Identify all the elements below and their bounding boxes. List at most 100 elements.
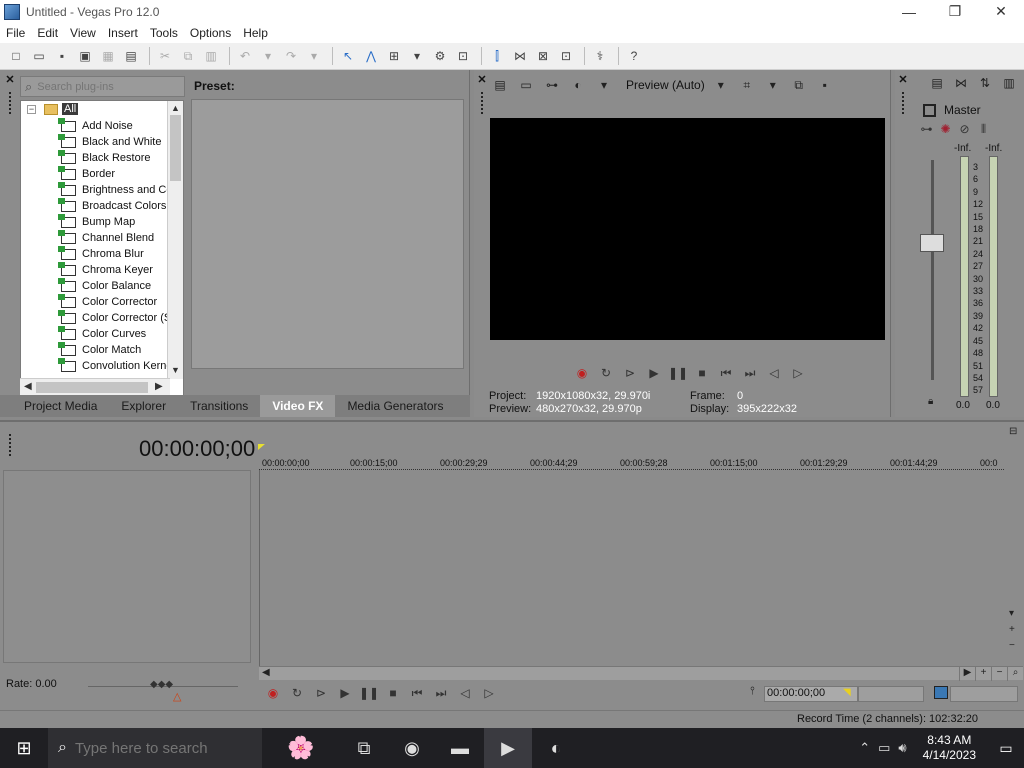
stop-icon[interactable]: ■ (381, 684, 405, 702)
plugin-item[interactable]: Bump Map (58, 213, 173, 230)
zoom-tool-icon[interactable]: ⊡ (556, 46, 576, 66)
video-preview-screen[interactable] (490, 118, 885, 340)
restore-button[interactable]: ❐ (932, 0, 978, 23)
master-fader-track[interactable] (931, 160, 934, 380)
scroll-up-icon[interactable]: ▲ (171, 103, 180, 113)
plugin-item[interactable]: Color Balance (58, 277, 173, 294)
plugin-item[interactable]: Black Restore (58, 149, 173, 166)
cut-icon[interactable]: ✂ (155, 46, 175, 66)
plugin-search-input[interactable] (37, 80, 168, 93)
go-to-start-icon[interactable]: ⏮ (405, 684, 429, 702)
copy-icon[interactable]: ⧉ (178, 46, 198, 66)
zoom-in-vertical-icon[interactable]: + (1009, 624, 1015, 635)
save-as-icon[interactable]: ▣ (75, 46, 95, 66)
timeline-tracks-area[interactable] (259, 470, 1004, 666)
scroll-down-icon[interactable]: ▼ (171, 365, 180, 375)
bus-routing-icon[interactable]: ⊶ (917, 122, 936, 137)
plugin-item[interactable]: Brightness and Co (58, 181, 173, 198)
go-to-start-icon[interactable]: ⏮ (714, 364, 738, 382)
start-button[interactable]: ⊞ (0, 728, 48, 768)
plugin-item[interactable]: Color Corrector (58, 293, 173, 310)
envelope-edit-tool-icon[interactable]: ⋀ (361, 46, 381, 66)
plugins-icon[interactable]: ⚕ (590, 46, 610, 66)
solo-icon[interactable]: ⫴ (974, 122, 993, 137)
edit-tool-dropdown-icon[interactable]: ▾ (407, 46, 427, 66)
timeline-horizontal-scrollbar[interactable]: ◀ ▶ + − ⌕ (259, 666, 1023, 681)
tab-explorer[interactable]: Explorer (109, 399, 178, 413)
meter-options-icon[interactable]: ▥ (997, 76, 1021, 90)
marker-icon[interactable]: ⊟ (1009, 426, 1017, 437)
collapse-icon[interactable]: − (27, 104, 36, 114)
scroll-down-icon[interactable]: ▾ (1009, 608, 1014, 619)
notifications-icon[interactable]: ▭ (988, 728, 1024, 768)
dock-grip-icon[interactable] (481, 92, 483, 114)
open-icon[interactable]: ▭ (29, 46, 49, 66)
zoom-in-time-icon[interactable]: + (975, 667, 991, 681)
play-icon[interactable]: ▶ (333, 684, 357, 702)
taskbar-search[interactable]: ⌕ (48, 728, 262, 768)
preset-list[interactable] (191, 99, 464, 369)
plugin-item[interactable]: Convolution Kerne (58, 357, 173, 374)
zoom-out-time-icon[interactable]: − (991, 667, 1007, 681)
normal-edit-tool-icon[interactable]: ↖ (338, 46, 358, 66)
taskbar-search-input[interactable] (74, 739, 225, 757)
plugin-item[interactable]: Add Noise (58, 117, 173, 134)
video-effects-icon[interactable]: ⊶ (542, 76, 562, 94)
copy-snapshot-icon[interactable]: ⧉ (789, 76, 809, 94)
timeline-vertical-scrollbar[interactable]: ⊟ ▾ + − (1005, 422, 1023, 670)
next-frame-icon[interactable]: ▷ (786, 364, 810, 382)
play-from-start-icon[interactable]: ⊳ (618, 364, 642, 382)
save-icon[interactable]: ▪ (52, 46, 72, 66)
record-icon[interactable]: ◉ (261, 684, 285, 702)
zoom-tool-icon[interactable]: ⌕ (1007, 667, 1023, 681)
save-snapshot-icon[interactable]: ▪ (815, 76, 835, 94)
dim-output-icon[interactable]: ⇅ (973, 76, 997, 90)
menu-file[interactable]: File (0, 26, 31, 40)
plugin-item[interactable]: Color Curves (58, 325, 173, 342)
play-from-start-icon[interactable]: ⊳ (309, 684, 333, 702)
master-bus-checkbox[interactable] (923, 103, 936, 117)
preview-quality-dropdown-icon[interactable]: ▾ (711, 76, 731, 94)
plugin-tree[interactable]: − All Add Noise Black and White Black Re… (20, 100, 184, 396)
new-project-icon[interactable]: □ (6, 46, 26, 66)
menu-options[interactable]: Options (184, 26, 237, 40)
enable-snapping-icon[interactable]: ⫿ (487, 46, 507, 66)
render-icon[interactable]: ▦ (98, 46, 118, 66)
master-fx-icon[interactable]: ✺ (936, 122, 955, 137)
redo-icon[interactable]: ↷ (281, 46, 301, 66)
mixer-properties-icon[interactable]: ▤ (925, 76, 949, 90)
mute-icon[interactable]: ⊘ (955, 122, 974, 137)
previous-frame-icon[interactable]: ◁ (453, 684, 477, 702)
stop-icon[interactable]: ■ (690, 364, 714, 382)
menu-tools[interactable]: Tools (144, 26, 184, 40)
minimize-button[interactable]: — (886, 0, 932, 23)
chrome-icon[interactable]: ◉ (388, 728, 436, 768)
plugin-item[interactable]: Chroma Blur (58, 245, 173, 262)
lock-envelopes-icon[interactable]: ⊡ (453, 46, 473, 66)
network-icon[interactable]: ▭ (878, 740, 890, 756)
lock-fader-icon[interactable]: 🔒︎ (928, 396, 933, 407)
undo-icon[interactable]: ↶ (235, 46, 255, 66)
tree-root-all[interactable]: − All (27, 103, 79, 115)
taskbar-clock[interactable]: 8:43 AM 4/14/2023 (923, 733, 976, 763)
pause-icon[interactable]: ❚❚ (357, 684, 381, 702)
track-list[interactable] (3, 470, 251, 663)
close-button[interactable]: ✕ (978, 0, 1024, 23)
master-fader-handle[interactable] (920, 234, 944, 252)
downmix-icon[interactable]: ⋈ (949, 76, 973, 90)
rate-slider-handle[interactable]: ◆◆◆ (150, 679, 173, 690)
plugin-item[interactable]: Black and White (58, 133, 173, 150)
selection-edit-tool-icon[interactable]: ⊞ (384, 46, 404, 66)
selection-length-field[interactable] (950, 686, 1018, 702)
overlays-icon[interactable]: ⌗ (737, 76, 757, 94)
split-screen-dropdown-icon[interactable]: ▾ (594, 76, 614, 94)
auto-ripple-icon[interactable]: ⚙ (430, 46, 450, 66)
next-frame-icon[interactable]: ▷ (477, 684, 501, 702)
auto-crossfade-icon[interactable]: ⋈ (510, 46, 530, 66)
overlays-dropdown-icon[interactable]: ▾ (763, 76, 783, 94)
scroll-left-icon[interactable]: ◀ (262, 667, 270, 678)
show-hidden-icons-icon[interactable]: ⌃ (859, 740, 870, 756)
plugin-item[interactable]: Border (58, 165, 173, 182)
split-screen-icon[interactable]: ◐ (568, 76, 588, 94)
properties-icon[interactable]: ▤ (121, 46, 141, 66)
